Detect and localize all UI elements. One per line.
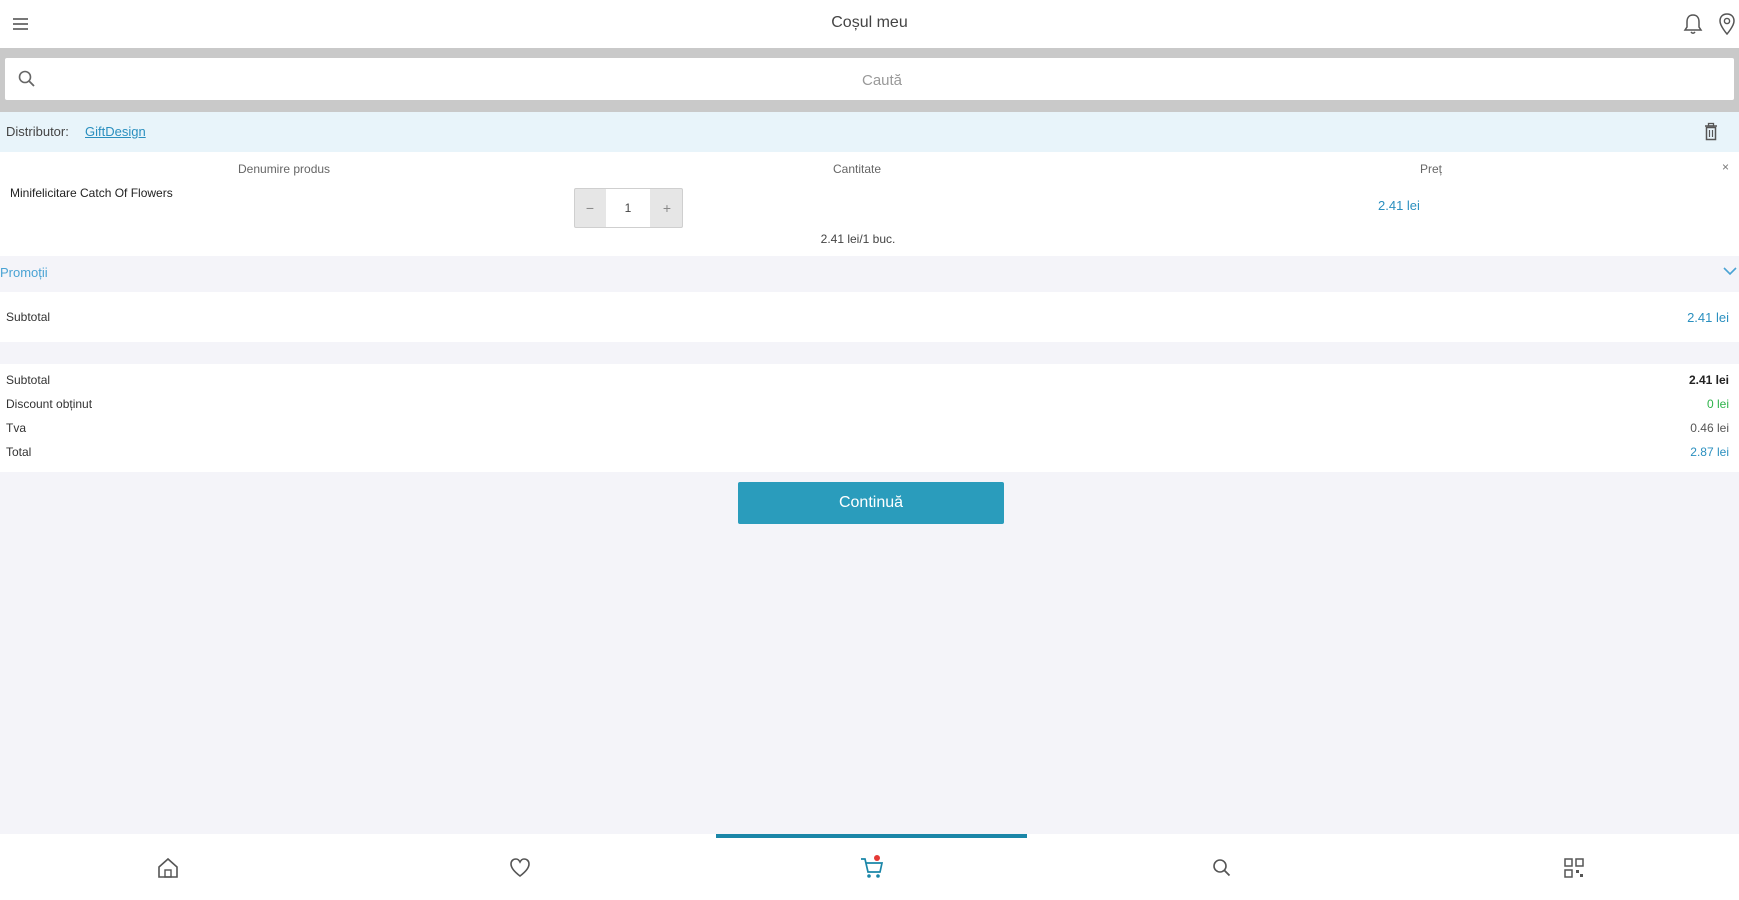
increase-quantity-button[interactable]: + — [652, 189, 682, 227]
search-bar-container — [0, 48, 1739, 112]
promotions-label: Promoții — [0, 265, 48, 280]
totals-vat-label: Tva — [6, 421, 27, 435]
heart-icon — [510, 858, 530, 878]
distributor-label: Distributor: — [6, 124, 69, 139]
subtotal-label: Subtotal — [6, 310, 51, 324]
header-price: Preț — [1420, 162, 1443, 176]
totals-subtotal-label: Subtotal — [6, 373, 51, 387]
line-price: 2.41 lei — [1378, 198, 1420, 213]
chevron-down-icon — [1723, 267, 1737, 276]
promotions-toggle[interactable]: Promoții — [0, 256, 1739, 290]
search-input[interactable] — [45, 58, 1719, 102]
location-button[interactable] — [1716, 12, 1738, 36]
continue-button[interactable]: Continuă — [738, 482, 1004, 524]
nav-cart[interactable] — [858, 854, 886, 882]
search-box[interactable] — [5, 58, 1734, 102]
nav-qr-scanner[interactable] — [1560, 854, 1588, 882]
totals-subtotal-value: 2.41 lei — [1688, 373, 1729, 387]
bell-icon — [1683, 14, 1703, 34]
quantity-stepper: − 1 + — [574, 188, 683, 228]
active-tab-indicator — [716, 834, 1027, 838]
totals-row-vat: Tva 0.46 lei — [0, 418, 1739, 440]
nav-search[interactable] — [1208, 854, 1236, 882]
qr-code-icon — [1564, 858, 1584, 878]
notifications-button[interactable] — [1682, 12, 1704, 36]
trash-icon — [1705, 122, 1717, 141]
distributor-bar: Distributor: GiftDesign — [0, 112, 1739, 152]
page-title: Coșul meu — [831, 14, 908, 31]
search-icon — [1213, 859, 1231, 877]
distributor-link[interactable]: GiftDesign — [85, 124, 146, 139]
search-icon — [18, 70, 35, 87]
unit-price: 2.41 lei/1 buc. — [820, 232, 896, 246]
product-name[interactable]: Minifelicitare Catch Of Flowers — [10, 186, 173, 200]
totals-vat-value: 0.46 lei — [1690, 421, 1729, 435]
totals-total-label: Total — [6, 445, 32, 459]
cart-badge — [874, 855, 880, 861]
totals-row-discount: Discount obținut 0 lei — [0, 394, 1739, 416]
cart-items-table: Denumire produs Cantitate Preț × Minifel… — [0, 152, 1739, 256]
totals-row-total: Total 2.87 lei — [0, 442, 1739, 464]
quantity-value[interactable]: 1 — [606, 189, 650, 227]
remove-item-button[interactable]: × — [1722, 160, 1729, 174]
home-icon — [158, 857, 178, 878]
nav-favorites[interactable] — [506, 854, 534, 882]
totals-total-value: 2.87 lei — [1690, 445, 1729, 459]
header-quantity: Cantitate — [833, 162, 882, 176]
top-app-bar: Coșul meu — [0, 0, 1739, 48]
nav-home[interactable] — [154, 854, 182, 882]
order-totals: Subtotal 2.41 lei Discount obținut 0 lei… — [0, 364, 1739, 472]
header-product-name: Denumire produs — [238, 162, 331, 176]
totals-discount-value: 0 lei — [1706, 397, 1729, 411]
decrease-quantity-button[interactable]: − — [575, 189, 605, 227]
totals-discount-label: Discount obținut — [6, 397, 93, 411]
subtotal-value: 2.41 lei — [1687, 310, 1729, 325]
bottom-navigation — [0, 834, 1739, 900]
delete-distributor-button[interactable] — [1702, 122, 1720, 142]
cart-icon — [861, 858, 884, 878]
totals-row-subtotal: Subtotal 2.41 lei — [0, 370, 1739, 392]
location-pin-icon — [1719, 13, 1735, 36]
distributor-subtotal: Subtotal 2.41 lei — [0, 292, 1739, 342]
